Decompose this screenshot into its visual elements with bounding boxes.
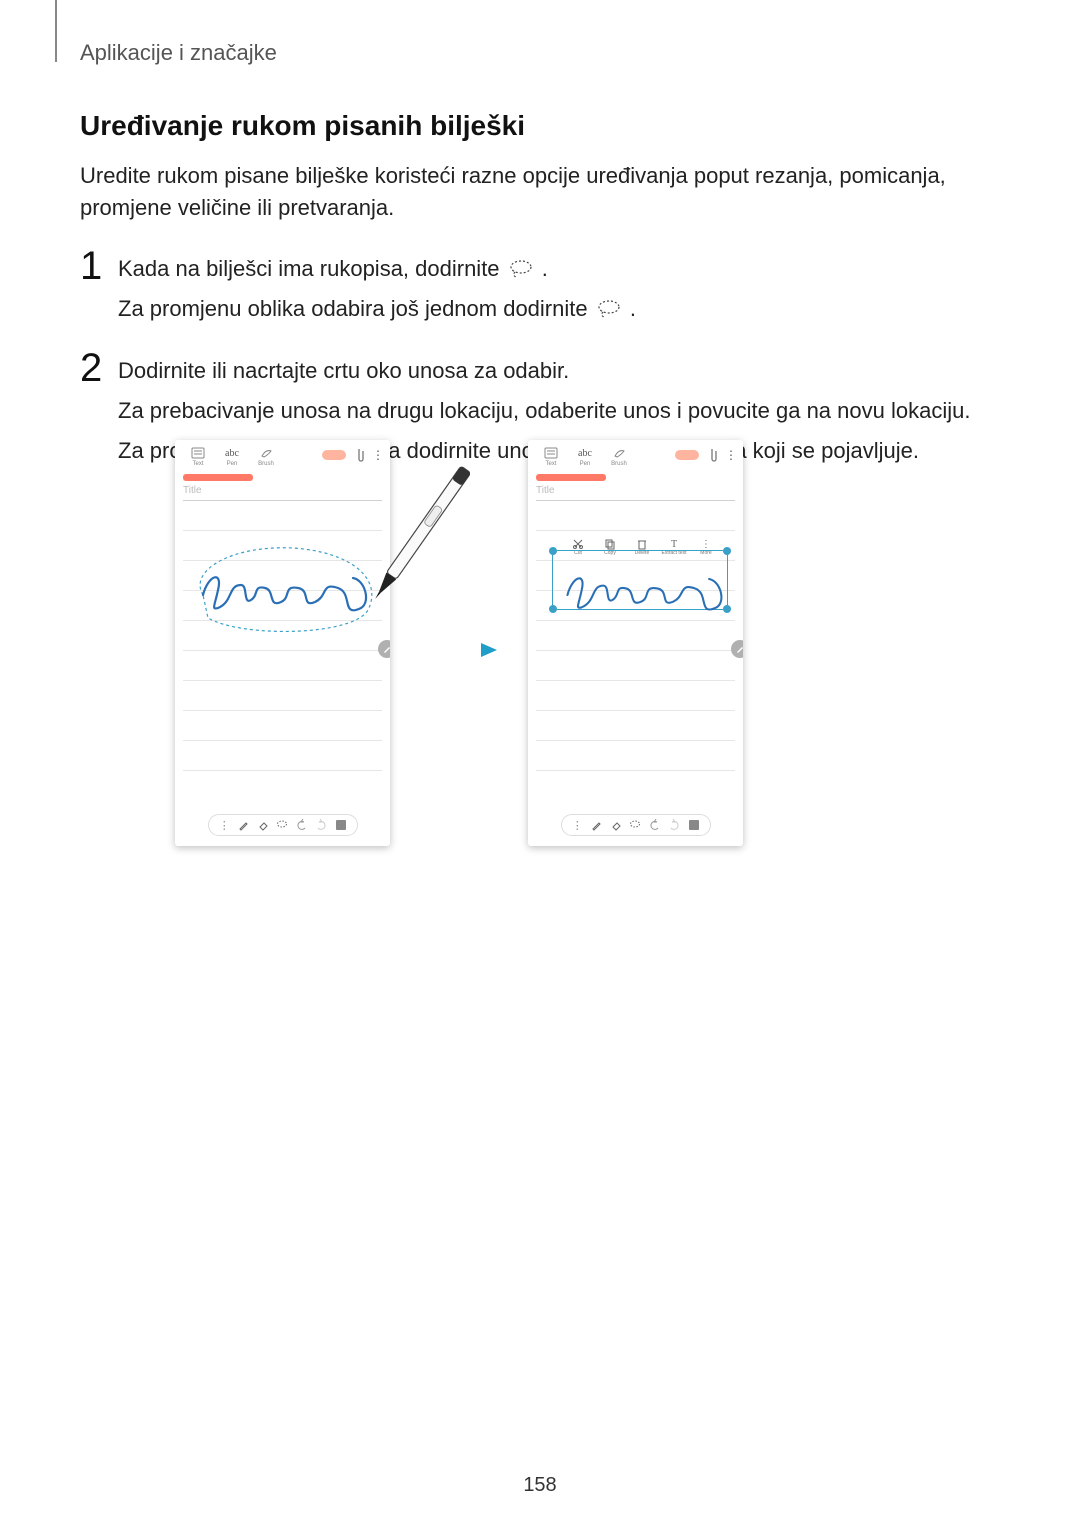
pen-tool-icon bbox=[590, 818, 604, 832]
pen-tool-icon bbox=[237, 818, 251, 832]
screenshot-before: Text abc Pen Brush ⋮ Title bbox=[175, 440, 390, 846]
handwriting-sample bbox=[193, 560, 373, 620]
step-1-line-2b: . bbox=[630, 296, 636, 321]
tab-brush: Brush bbox=[602, 446, 636, 467]
breadcrumb: Aplikacije i značajke bbox=[80, 40, 277, 66]
tab-text: Text bbox=[534, 446, 568, 467]
step-number-2: 2 bbox=[80, 348, 112, 388]
lasso-select-icon bbox=[508, 258, 534, 278]
category-bar bbox=[536, 474, 606, 481]
tab-pen: abc Pen bbox=[215, 446, 249, 467]
resize-handle bbox=[549, 605, 557, 613]
lasso-tool-icon bbox=[628, 818, 642, 832]
title-placeholder: Title bbox=[183, 485, 382, 496]
illustration: Text abc Pen Brush ⋮ Title bbox=[175, 440, 915, 860]
eraser-icon bbox=[609, 818, 623, 832]
tab-pen: abc Pen bbox=[568, 446, 602, 467]
step-2-line-1: Dodirnite ili nacrtajte crtu oko unosa z… bbox=[118, 354, 1005, 388]
crop-mark bbox=[55, 0, 57, 62]
save-button bbox=[322, 450, 346, 460]
undo-icon bbox=[295, 818, 309, 832]
section-title: Uređivanje rukom pisanih bilješki bbox=[80, 110, 1005, 142]
screenshot-after: Text abc Pen Brush ⋮ Title bbox=[528, 440, 743, 846]
lasso-select-icon bbox=[596, 298, 622, 318]
more-icon: ⋮ bbox=[372, 452, 384, 458]
step-1-line-1b: . bbox=[542, 256, 548, 281]
intro-paragraph: Uredite rukom pisane bilješke koristeći … bbox=[80, 160, 1005, 224]
undo-icon bbox=[648, 818, 662, 832]
arrow-right-icon bbox=[429, 640, 499, 660]
resize-handle bbox=[549, 547, 557, 555]
step-number-1: 1 bbox=[80, 246, 112, 286]
edit-fab bbox=[731, 640, 743, 658]
tab-text: Text bbox=[181, 446, 215, 467]
page-nav-icon bbox=[687, 818, 701, 832]
redo-icon bbox=[667, 818, 681, 832]
bottom-toolbar: ⋮ bbox=[208, 814, 358, 836]
page-number: 158 bbox=[523, 1474, 556, 1497]
attach-icon bbox=[707, 448, 717, 462]
step-1: 1 Kada na bilješci ima rukopisa, dodirni… bbox=[80, 252, 1005, 332]
title-placeholder: Title bbox=[536, 485, 735, 496]
save-button bbox=[675, 450, 699, 460]
attach-icon bbox=[354, 448, 364, 462]
redo-icon bbox=[314, 818, 328, 832]
toolbar-handle-icon: ⋮ bbox=[570, 818, 584, 832]
step-1-line-1a: Kada na bilješci ima rukopisa, dodirnite bbox=[118, 256, 506, 281]
bottom-toolbar: ⋮ bbox=[561, 814, 711, 836]
more-icon: ⋮ bbox=[725, 452, 737, 458]
lasso-tool-icon bbox=[275, 818, 289, 832]
handwriting-sample bbox=[558, 562, 728, 619]
step-1-line-2a: Za promjenu oblika odabira još jednom do… bbox=[118, 296, 594, 321]
tab-brush: Brush bbox=[249, 446, 283, 467]
category-bar bbox=[183, 474, 253, 481]
page-nav-icon bbox=[334, 818, 348, 832]
edit-fab bbox=[378, 640, 390, 658]
resize-handle bbox=[723, 547, 731, 555]
step-2-line-2: Za prebacivanje unosa na drugu lokaciju,… bbox=[118, 394, 1005, 428]
eraser-icon bbox=[256, 818, 270, 832]
toolbar-handle-icon: ⋮ bbox=[217, 818, 231, 832]
